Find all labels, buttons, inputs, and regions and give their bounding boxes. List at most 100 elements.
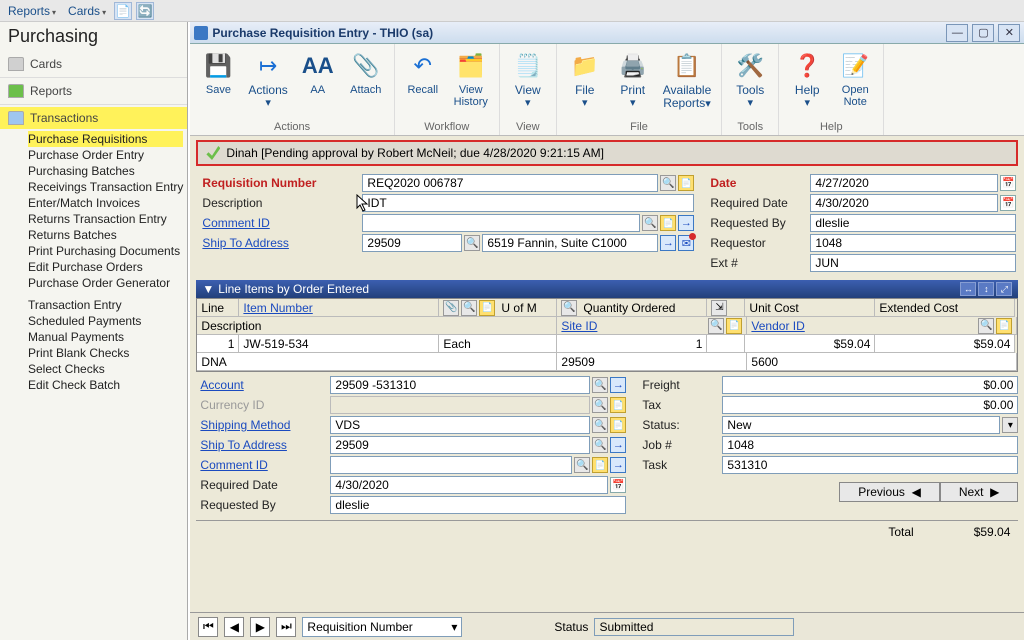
nav-item[interactable]: Purchasing Batches xyxy=(28,163,183,179)
previous-button[interactable]: Previous ◀ xyxy=(839,482,940,502)
lookup-icon[interactable]: 🔍 xyxy=(461,300,477,316)
note-icon[interactable]: 📄 xyxy=(726,318,742,334)
col-site[interactable]: Site ID🔍📄 xyxy=(557,317,747,335)
cell-unit[interactable]: $59.04 xyxy=(745,335,875,353)
comment-id-label[interactable]: Comment ID xyxy=(198,214,358,232)
expand-icon[interactable]: → xyxy=(610,377,626,393)
nav-group-transactions[interactable]: Transactions xyxy=(0,107,187,129)
comment-id-field[interactable] xyxy=(362,214,640,232)
lookup-icon[interactable]: 🔍 xyxy=(660,175,676,191)
nav-item[interactable]: Select Checks xyxy=(28,361,183,377)
menu-tool-1[interactable]: 📄 xyxy=(114,2,132,20)
menu-tool-2[interactable]: 🔄 xyxy=(136,2,154,20)
attach-button[interactable]: 📎Attach xyxy=(344,48,388,98)
ship-to-field-d[interactable]: 29509 xyxy=(330,436,590,454)
lookup-icon[interactable]: 🔍 xyxy=(642,215,658,231)
recall-button[interactable]: ↶Recall xyxy=(401,48,445,98)
calendar-icon[interactable]: 📅 xyxy=(610,477,626,493)
account-label[interactable]: Account xyxy=(196,376,326,394)
note-icon[interactable]: 📄 xyxy=(610,397,626,413)
col-unit[interactable]: Unit Cost xyxy=(745,299,875,317)
ship-to-label[interactable]: Ship To Address xyxy=(198,234,358,252)
cell-site[interactable]: 29509 xyxy=(557,353,747,371)
requested-by-field[interactable]: dleslie xyxy=(810,214,1016,232)
dropdown-icon[interactable]: ▾ xyxy=(1002,417,1018,433)
view-button[interactable]: 🗒️View▾ xyxy=(506,48,550,111)
maximize-button[interactable]: ▢ xyxy=(972,24,994,42)
nav-group-cards[interactable]: Cards xyxy=(0,53,187,75)
clip-icon[interactable]: 📎 xyxy=(443,300,459,316)
tax-field[interactable]: $0.00 xyxy=(722,396,1018,414)
calendar-icon[interactable]: 📅 xyxy=(1000,195,1016,211)
account-field[interactable]: 29509 -531310 xyxy=(330,376,590,394)
expand-icon[interactable]: → xyxy=(610,437,626,453)
file-button[interactable]: 📁File▾ xyxy=(563,48,607,111)
nav-group-reports[interactable]: Reports xyxy=(0,80,187,102)
lookup-icon[interactable]: 🔍 xyxy=(592,397,608,413)
menu-cards[interactable]: Cards▾ xyxy=(64,2,110,20)
ext-field[interactable]: JUN xyxy=(810,254,1016,272)
freight-field[interactable]: $0.00 xyxy=(722,376,1018,394)
requested-by-field-d[interactable]: dleslie xyxy=(330,496,626,514)
job-field[interactable]: 1048 xyxy=(722,436,1018,454)
cell-desc[interactable]: DNA xyxy=(197,353,557,371)
available-reports-button[interactable]: 📋Available Reports▾ xyxy=(659,48,715,112)
cell-item[interactable]: JW-519-534 xyxy=(239,335,439,353)
col-ext[interactable]: Extended Cost xyxy=(875,299,1015,317)
nav-item-purchase-requisitions[interactable]: Purchase Requisitions xyxy=(28,131,183,147)
col-vendor[interactable]: Vendor ID🔍📄 xyxy=(747,317,1017,335)
cell-line[interactable]: 1 xyxy=(197,335,239,353)
ship-to-label-d[interactable]: Ship To Address xyxy=(196,436,326,454)
shipping-method-field[interactable]: VDS xyxy=(330,416,590,434)
nav-item[interactable]: Enter/Match Invoices xyxy=(28,195,183,211)
cell-qty[interactable]: 1 xyxy=(557,335,707,353)
menu-reports[interactable]: Reports▾ xyxy=(4,2,60,20)
lookup-icon[interactable]: 🔍 xyxy=(592,437,608,453)
lookup-icon[interactable]: 🔍 xyxy=(561,300,577,316)
cell-uofm[interactable]: Each xyxy=(439,335,557,353)
nav-item[interactable]: Print Blank Checks xyxy=(28,345,183,361)
next-button[interactable]: Next ▶ xyxy=(940,482,1019,502)
close-button[interactable]: ✕ xyxy=(998,24,1020,42)
note-icon[interactable]: 📄 xyxy=(678,175,694,191)
col-item[interactable]: Item Number xyxy=(239,299,439,317)
nav-item[interactable]: Purchase Order Entry xyxy=(28,147,183,163)
save-button[interactable]: 💾Save xyxy=(196,48,240,98)
lookup-icon[interactable]: 🔍 xyxy=(464,235,480,251)
nav-item[interactable]: Edit Check Batch xyxy=(28,377,183,393)
required-date-field-d[interactable]: 4/30/2020 xyxy=(330,476,608,494)
requestor-field[interactable]: 1048 xyxy=(810,234,1016,252)
note-icon[interactable]: 📄 xyxy=(592,457,608,473)
nav-item[interactable]: Manual Payments xyxy=(28,329,183,345)
print-button[interactable]: 🖨️Print▾ xyxy=(611,48,655,111)
comment-id-field-d[interactable] xyxy=(330,456,572,474)
requisition-number-field[interactable]: REQ2020 006787 xyxy=(362,174,658,192)
actions-button[interactable]: ↦Actions▾ xyxy=(244,48,291,111)
status-field[interactable]: New xyxy=(722,416,1000,434)
lookup-icon[interactable]: 🔍 xyxy=(978,318,994,334)
mail-icon[interactable]: ✉ xyxy=(678,235,694,251)
col-line[interactable]: Line xyxy=(197,299,239,317)
shipping-method-label[interactable]: Shipping Method xyxy=(196,416,326,434)
lookup-icon[interactable]: 🔍 xyxy=(708,318,724,334)
aa-button[interactable]: AAAA xyxy=(296,48,340,98)
calendar-icon[interactable]: 📅 xyxy=(1000,175,1016,191)
sort-by-select[interactable]: Requisition Number▾ xyxy=(302,617,462,637)
ship-to-field[interactable]: 29509 xyxy=(362,234,462,252)
comment-id-label-d[interactable]: Comment ID xyxy=(196,456,326,474)
col-desc[interactable]: Description xyxy=(197,317,557,335)
nav-item[interactable]: Returns Transaction Entry xyxy=(28,211,183,227)
help-button[interactable]: ❓Help▾ xyxy=(785,48,829,111)
nav-item[interactable]: Purchase Order Generator xyxy=(28,275,183,291)
minimize-button[interactable]: — xyxy=(946,24,968,42)
nav-item[interactable]: Returns Batches xyxy=(28,227,183,243)
nav-item[interactable]: Edit Purchase Orders xyxy=(28,259,183,275)
cell-vendor[interactable]: 5600 xyxy=(747,353,1017,371)
note-icon[interactable]: 📄 xyxy=(996,318,1012,334)
nav-item[interactable]: Scheduled Payments xyxy=(28,313,183,329)
grid-tool-1[interactable]: ↔ xyxy=(960,282,976,296)
last-record-button[interactable]: ⏭ xyxy=(276,617,296,637)
nav-item[interactable]: Receivings Transaction Entry xyxy=(28,179,183,195)
note-icon[interactable]: 📄 xyxy=(610,417,626,433)
note-icon[interactable]: 📄 xyxy=(660,215,676,231)
